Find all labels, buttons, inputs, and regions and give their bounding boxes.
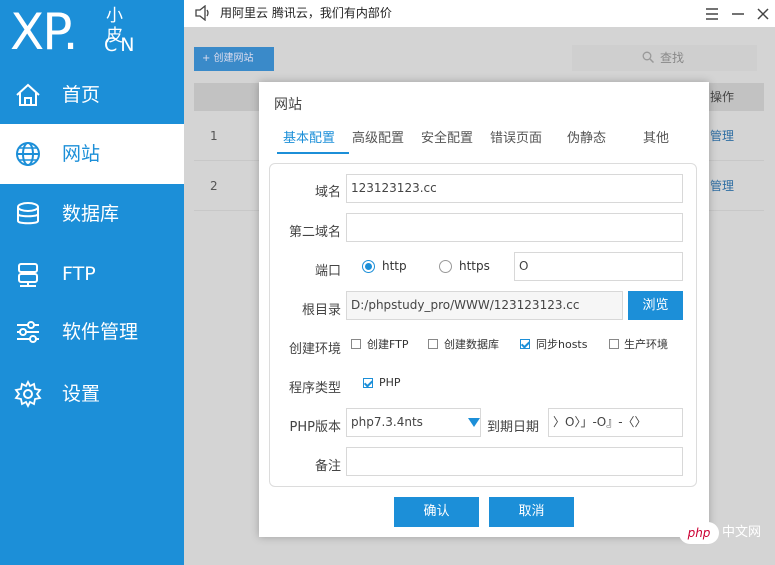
create-db-label: 创建数据库 xyxy=(444,338,499,351)
sidebar-item-website[interactable]: 网站 xyxy=(0,124,184,184)
active-tab-indicator xyxy=(277,152,349,154)
sidebar-item-software[interactable]: 软件管理 xyxy=(0,302,184,362)
sidebar-item-database[interactable]: 数据库 xyxy=(0,184,184,244)
manage-link[interactable]: 管理 xyxy=(710,161,734,211)
type-label: 程序类型 xyxy=(288,381,341,396)
domain-label: 域名 xyxy=(314,185,341,200)
root-label: 根目录 xyxy=(301,303,341,318)
search-input[interactable]: 查找 xyxy=(572,45,757,71)
row-number: 2 xyxy=(210,179,218,193)
sync-hosts-checkbox[interactable] xyxy=(520,339,530,349)
sidebar-item-label: 设置 xyxy=(62,383,101,405)
sidebar-item-ftp[interactable]: FTP xyxy=(0,244,184,304)
search-placeholder: 查找 xyxy=(660,51,685,65)
database-icon xyxy=(17,202,39,225)
sidebar-item-settings[interactable]: 设置 xyxy=(0,364,184,424)
column-header-op: 操作 xyxy=(710,90,735,104)
gear-icon xyxy=(14,380,42,408)
sidebar-item-label: FTP xyxy=(62,263,96,285)
home-icon xyxy=(16,83,40,106)
php-version-select[interactable]: php7.3.4nts xyxy=(346,408,481,437)
manage-link[interactable]: 管理 xyxy=(710,111,734,161)
php-label: PHP xyxy=(379,376,401,389)
sidebar-item-label: 网站 xyxy=(62,143,101,165)
speaker-icon xyxy=(195,5,209,21)
search-icon xyxy=(642,51,654,63)
https-radio[interactable] xyxy=(439,260,452,273)
sidebar-item-home[interactable]: 首页 xyxy=(0,65,184,125)
form-panel xyxy=(269,163,697,487)
php-checkbox[interactable] xyxy=(363,378,373,388)
production-checkbox[interactable] xyxy=(609,339,619,349)
row-number: 1 xyxy=(210,129,218,143)
watermark: php 中文网 xyxy=(679,518,769,548)
tab-security[interactable]: 安全配置 xyxy=(421,129,473,149)
http-label: http xyxy=(382,259,407,273)
minimize-icon[interactable] xyxy=(729,5,747,23)
production-label: 生产环境 xyxy=(624,338,668,351)
website-dialog: 网站 基本配置 高级配置 安全配置 错误页面 伪静态 其他 域名 1231231… xyxy=(259,82,709,537)
sidebar-item-label: 首页 xyxy=(62,84,101,106)
cancel-button[interactable]: 取消 xyxy=(489,497,574,527)
note-input[interactable] xyxy=(346,447,683,476)
tab-advanced[interactable]: 高级配置 xyxy=(352,129,404,149)
sidebar-item-label: 数据库 xyxy=(62,203,120,225)
confirm-button[interactable]: 确认 xyxy=(394,497,479,527)
browse-button[interactable]: 浏览 xyxy=(628,291,683,320)
sliders-icon xyxy=(17,321,39,343)
close-icon[interactable] xyxy=(754,5,772,23)
sidebar-item-label: 软件管理 xyxy=(62,321,139,343)
notice-text: 用阿里云 腾讯云，我们有内部价 xyxy=(220,6,392,20)
watermark-badge: php xyxy=(679,522,719,544)
dialog-title: 网站 xyxy=(274,97,302,113)
domain-input[interactable]: 123123123.cc xyxy=(346,174,683,203)
create-website-button[interactable]: + 创建网站 xyxy=(194,47,274,71)
note-label: 备注 xyxy=(314,459,341,474)
php-version-label: PHP版本 xyxy=(289,420,341,435)
port-input[interactable]: O xyxy=(514,252,683,281)
https-label: https xyxy=(459,259,490,273)
globe-icon xyxy=(16,142,40,166)
create-ftp-checkbox[interactable] xyxy=(351,339,361,349)
create-ftp-label: 创建FTP xyxy=(367,338,409,351)
root-path-input[interactable]: D:/phpstudy_pro/WWW/123123123.cc xyxy=(346,291,623,320)
watermark-text: 中文网 xyxy=(722,525,762,540)
create-db-checkbox[interactable] xyxy=(428,339,438,349)
expire-label: 到期日期 xyxy=(487,420,540,435)
tab-rewrite[interactable]: 伪静态 xyxy=(567,129,606,149)
tab-basic[interactable]: 基本配置 xyxy=(283,129,335,149)
menu-icon[interactable] xyxy=(703,5,721,23)
env-label: 创建环境 xyxy=(288,342,341,357)
expire-date-input[interactable]: 〉O〉」-O』-〈〉 xyxy=(548,408,683,437)
http-radio[interactable] xyxy=(362,260,375,273)
top-bar: 用阿里云 腾讯云，我们有内部价 xyxy=(184,0,775,27)
logo-cn: CN xyxy=(104,34,138,56)
logo-text: XP. xyxy=(10,3,79,61)
chevron-down-icon xyxy=(468,418,480,427)
second-domain-label: 第二域名 xyxy=(288,225,341,240)
port-label: 端口 xyxy=(314,264,341,279)
sync-hosts-label: 同步hosts xyxy=(536,338,588,351)
tab-error-page[interactable]: 错误页面 xyxy=(490,129,542,149)
server-icon xyxy=(18,263,38,287)
sidebar: XP. 小皮 CN 首页 网站 数据库 FTP 软件管理 设置 xyxy=(0,0,184,565)
tab-other[interactable]: 其他 xyxy=(643,129,669,149)
second-domain-input[interactable] xyxy=(346,213,683,242)
